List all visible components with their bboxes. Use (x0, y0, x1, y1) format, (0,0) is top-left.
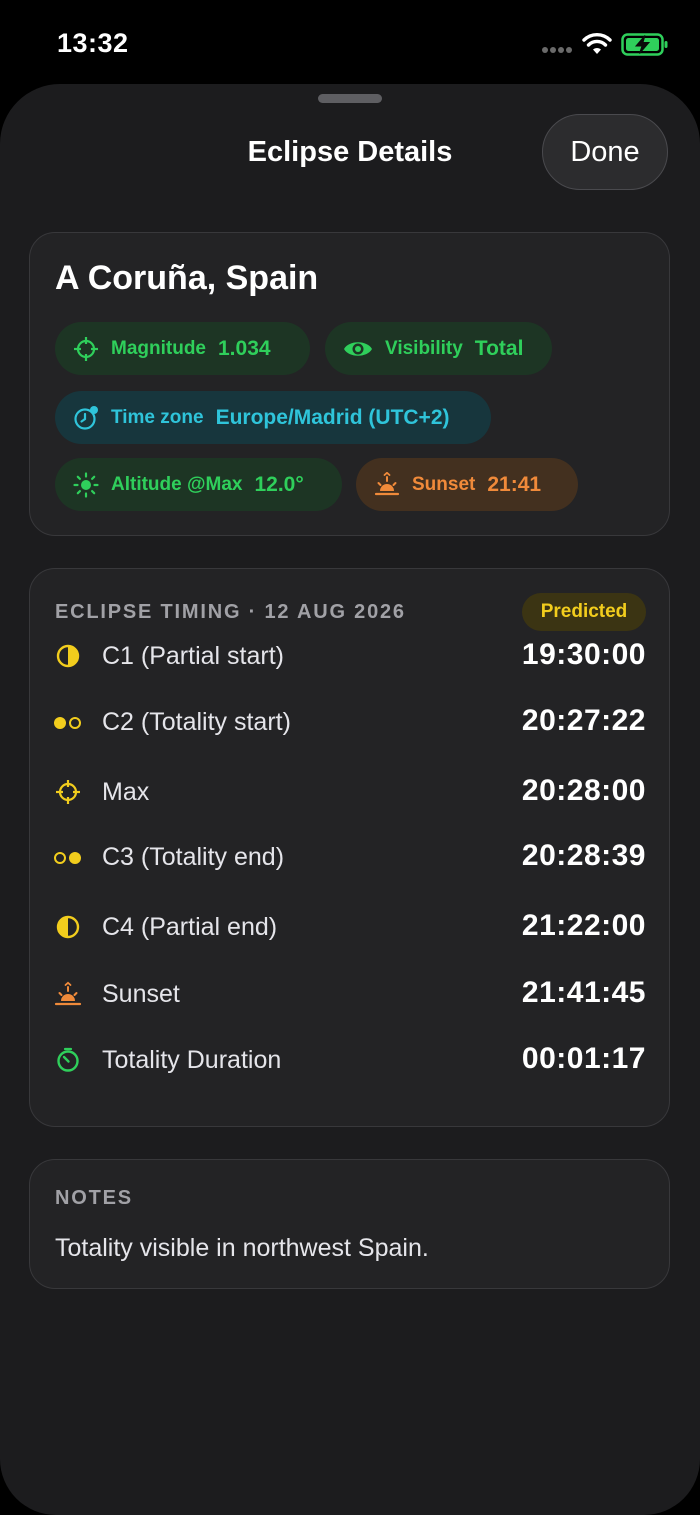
timing-label: C3 (Totality end) (102, 843, 285, 871)
timezone-value: Europe/Madrid (UTC+2) (215, 405, 450, 429)
timing-label: Max (102, 778, 150, 806)
timing-value: 20:27:22 (521, 704, 646, 737)
timer-icon (57, 1047, 79, 1072)
sun-icon (73, 471, 99, 498)
sunset-chip: Sunset 21:41 (356, 458, 578, 511)
status-bar: 13:32 (0, 0, 700, 88)
battery-charging-icon (621, 33, 668, 56)
timing-row-c1: C1 (Partial start) 19:30:00 (30, 636, 671, 676)
timing-label: C1 (Partial start) (102, 642, 284, 670)
two-dots-icon (54, 852, 81, 864)
notes-card: NOTES Totality visible in northwest Spai… (29, 1159, 670, 1289)
eclipse-details-sheet: Eclipse Details Done A Coruña, Spain Mag… (0, 84, 700, 1515)
sunset-label: Sunset (412, 473, 476, 495)
altitude-value: 12.0° (254, 472, 304, 496)
timing-row-duration: Totality Duration 00:01:17 (30, 1040, 671, 1080)
timing-value: 20:28:00 (521, 774, 646, 807)
timing-label: Totality Duration (102, 1046, 282, 1074)
timing-row-c2: C2 (Totality start) 20:27:22 (30, 702, 671, 742)
timing-value: 20:28:39 (521, 839, 646, 872)
wifi-icon (582, 33, 612, 54)
timing-value: 19:30:00 (521, 638, 646, 671)
half-circle-icon (56, 915, 80, 939)
eye-icon (344, 341, 372, 356)
visibility-chip: Visibility Total (325, 322, 552, 375)
sunset-value: 21:41 (487, 472, 542, 496)
timing-row-sunset: Sunset 21:41:45 (30, 974, 671, 1014)
timing-label: C4 (Partial end) (102, 913, 278, 941)
altitude-chip: Altitude @Max 12.0° (55, 458, 342, 511)
crosshair-icon (56, 780, 80, 804)
altitude-label: Altitude @Max (111, 473, 243, 495)
notes-label: NOTES (55, 1187, 133, 1209)
location-card: A Coruña, Spain Magnitude 1.034 Visibili… (29, 232, 670, 536)
notes-text: Totality visible in northwest Spain. (55, 1234, 429, 1262)
timing-label: C2 (Totality start) (102, 708, 291, 736)
visibility-label: Visibility (385, 337, 463, 359)
status-time: 13:32 (57, 28, 129, 58)
crosshair-icon (74, 336, 98, 361)
sunset-icon (374, 471, 400, 495)
timing-value: 21:22:00 (521, 909, 646, 942)
cellular-signal-icon (542, 47, 574, 55)
magnitude-value: 1.034 (218, 336, 271, 360)
timing-label: Sunset (102, 980, 180, 1008)
timing-value: 00:01:17 (521, 1042, 646, 1075)
magnitude-label: Magnitude (111, 337, 206, 359)
timing-row-c4: C4 (Partial end) 21:22:00 (30, 907, 671, 947)
timing-row-c3: C3 (Totality end) 20:28:39 (30, 837, 671, 877)
done-button[interactable]: Done (542, 114, 668, 190)
sheet-grabber[interactable] (318, 94, 382, 103)
half-circle-icon (56, 644, 80, 668)
timezone-chip: Time zone Europe/Madrid (UTC+2) (55, 391, 491, 444)
timing-value: 21:41:45 (521, 976, 646, 1009)
timing-header: ECLIPSE TIMING · 12 AUG 2026 (55, 601, 406, 623)
timezone-label: Time zone (111, 406, 204, 428)
clock-icon (74, 405, 98, 430)
location-title: A Coruña, Spain (55, 259, 319, 297)
timing-row-max: Max 20:28:00 (30, 772, 671, 812)
predicted-badge: Predicted (522, 593, 646, 631)
magnitude-chip: Magnitude 1.034 (55, 322, 310, 375)
eclipse-timing-card: ECLIPSE TIMING · 12 AUG 2026 Predicted C… (29, 568, 670, 1127)
visibility-value: Total (474, 336, 524, 360)
two-dots-icon (54, 717, 81, 729)
sunset-icon (54, 981, 82, 1006)
